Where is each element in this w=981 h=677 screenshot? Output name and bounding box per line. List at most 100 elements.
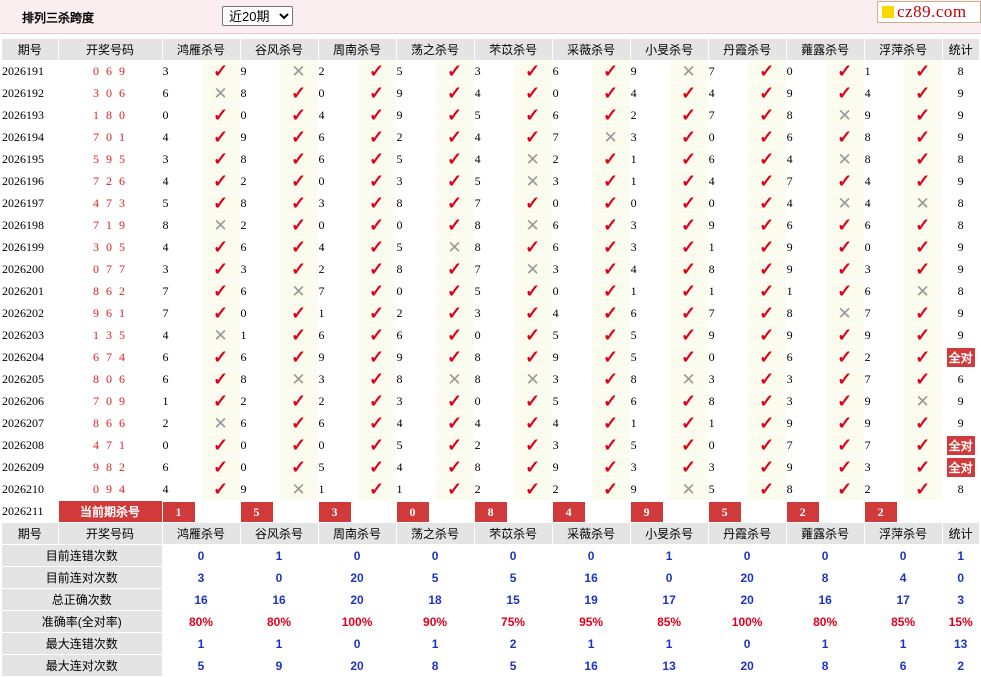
result-cell: ✓ <box>747 104 787 127</box>
check-icon: ✓ <box>915 325 931 345</box>
kill-value: 8 <box>473 456 514 479</box>
check-icon: ✓ <box>759 171 775 191</box>
period-select[interactable]: 近20期 <box>222 6 293 26</box>
page-title: 排列三杀跨度 <box>22 11 95 25</box>
header-expert: 谷风杀号 <box>240 39 319 61</box>
kill-value: 9 <box>707 324 748 347</box>
issue-cell: 2026206 <box>2 390 59 413</box>
result-cell: ✓ <box>435 126 475 149</box>
result-cell: ✓ <box>591 368 631 391</box>
check-icon: ✓ <box>759 435 775 455</box>
kill-value: 5 <box>395 434 436 457</box>
result-cell: ✓ <box>669 258 709 281</box>
result-cell: ✓ <box>747 214 787 237</box>
kill-value: 9 <box>239 60 280 83</box>
result-cell: ✓ <box>591 434 631 457</box>
kill-value: 0 <box>161 104 202 127</box>
kill-value: 5 <box>161 192 202 215</box>
header-expert: 浮萍杀号 <box>864 39 943 61</box>
check-icon: ✓ <box>603 61 619 81</box>
kill-value: 2 <box>317 390 358 413</box>
result-cell: ✓ <box>513 456 553 479</box>
table-row: 2026206 7 0 9 1 ✓ 2 ✓ 2 ✓ 3 ✓ 0 ✓ 5 ✓ 6 ✓ 8 ✓ 3 ✓ 9 ✕ 9 <box>2 390 980 413</box>
check-icon: ✓ <box>290 347 307 367</box>
check-icon: ✓ <box>603 391 619 411</box>
table-row: 2026208 4 7 1 0 ✓ 0 ✓ 0 ✓ 5 ✓ 2 ✓ 3 ✓ 5 ✓ 0 ✓ 7 ✓ 7 ✓ 全对 <box>2 434 980 457</box>
kill-value: 1 <box>707 412 748 435</box>
kill-value: 5 <box>473 280 514 303</box>
stat-value: 18 <box>395 588 475 611</box>
count-cell: 9 <box>942 104 980 127</box>
count-cell: 9 <box>942 170 980 193</box>
check-icon: ✓ <box>447 61 463 81</box>
result-cell: ✓ <box>825 236 865 259</box>
check-icon: ✓ <box>915 171 931 191</box>
kill-value: 6 <box>785 346 826 369</box>
check-icon: ✓ <box>212 127 229 147</box>
result-cell: ✓ <box>747 456 787 479</box>
table-row: 2026195 5 9 5 3 ✓ 8 ✓ 6 ✓ 5 ✓ 4 ✕ 2 ✓ 1 ✓ 6 ✓ 4 ✕ 8 ✓ 8 <box>2 148 980 171</box>
stat-value: 0 <box>941 566 980 589</box>
result-cell: ✕ <box>669 60 709 83</box>
check-icon: ✓ <box>368 413 385 433</box>
table-row: 2026210 0 9 4 4 ✓ 9 ✕ 1 ✓ 1 ✓ 2 ✓ 2 ✓ 9 ✕ 5 ✓ 8 ✓ 2 ✓ 8 <box>2 478 980 501</box>
site-logo[interactable]: cz89.com <box>877 1 981 23</box>
kill-value: 6 <box>161 456 202 479</box>
header-expert: 蕹露杀号 <box>786 522 865 545</box>
result-cell: ✓ <box>903 236 943 259</box>
kill-value: 5 <box>551 390 592 413</box>
result-cell: ✓ <box>357 82 397 105</box>
result-cell: ✓ <box>513 280 553 303</box>
kill-value: 1 <box>317 478 358 501</box>
stat-row: 总正确次数 16 16 20 18 15 19 17 20 16 17 3 <box>2 588 980 611</box>
issue-cell: 2026199 <box>2 236 59 259</box>
check-icon: ✓ <box>212 259 229 279</box>
check-icon: ✓ <box>837 61 853 81</box>
kill-value: 3 <box>395 390 436 413</box>
check-icon: ✓ <box>915 347 931 367</box>
cross-icon: ✕ <box>915 281 930 301</box>
kill-value: 4 <box>161 236 202 259</box>
header-expert: 丹霞杀号 <box>708 39 787 61</box>
stat-value: 85% <box>863 610 943 633</box>
kill-value: 3 <box>239 258 280 281</box>
result-cell: ✓ <box>201 280 241 303</box>
check-icon: ✓ <box>290 325 307 345</box>
check-icon: ✓ <box>915 105 931 125</box>
header-nums: 开奖号码 <box>58 39 163 61</box>
table-row: 2026198 7 1 9 8 ✕ 2 ✓ 0 ✓ 0 ✓ 8 ✕ 6 ✓ 3 ✓ 9 ✓ 6 ✓ 6 ✓ 8 <box>2 214 980 237</box>
kill-value: 1 <box>629 412 670 435</box>
stat-value: 8 <box>785 566 865 589</box>
result-cell: ✓ <box>903 434 943 457</box>
kill-value: 4 <box>161 324 202 347</box>
table-row: 2026191 0 6 9 3 ✓ 9 ✕ 2 ✓ 5 ✓ 3 ✓ 6 ✓ 9 ✕ 7 ✓ 0 ✓ 1 ✓ 8 <box>2 60 980 83</box>
draw-numbers: 0 6 9 <box>58 60 163 83</box>
result-cell: ✕ <box>513 148 553 171</box>
current-kill-cell: 2 <box>864 500 943 523</box>
kill-value: 5 <box>473 104 514 127</box>
count-cell: 9 <box>942 236 980 259</box>
check-icon: ✓ <box>368 479 385 499</box>
kill-value: 2 <box>473 434 514 457</box>
table-row: 2026194 7 0 1 4 ✓ 9 ✓ 6 ✓ 2 ✓ 4 ✓ 7 ✕ 3 ✓ 0 ✓ 6 ✓ 8 ✓ 9 <box>2 126 980 149</box>
kill-value: 0 <box>239 434 280 457</box>
result-cell: ✓ <box>591 412 631 435</box>
kill-value: 2 <box>551 478 592 501</box>
check-icon: ✓ <box>759 127 775 147</box>
header-row: 期号 开奖号码 鸿雁杀号 谷风杀号 周南杀号 荡之杀号 芣苡杀号 采薇杀号 小旻杀号 丹霞杀号 蕹露… <box>2 39 980 61</box>
check-icon: ✓ <box>915 149 931 169</box>
result-cell: ✓ <box>747 126 787 149</box>
result-cell: ✓ <box>435 60 475 83</box>
check-icon: ✓ <box>525 391 541 411</box>
kill-value: 3 <box>473 60 514 83</box>
issue-cell: 2026205 <box>2 368 59 391</box>
kill-value: 0 <box>239 456 280 479</box>
kill-value: 9 <box>629 478 670 501</box>
check-icon: ✓ <box>837 413 853 433</box>
check-icon: ✓ <box>759 413 775 433</box>
count-cell: 9 <box>942 324 980 347</box>
issue-cell: 2026204 <box>2 346 59 369</box>
check-icon: ✓ <box>212 149 229 169</box>
result-cell: ✓ <box>357 412 397 435</box>
check-icon: ✓ <box>915 61 931 81</box>
